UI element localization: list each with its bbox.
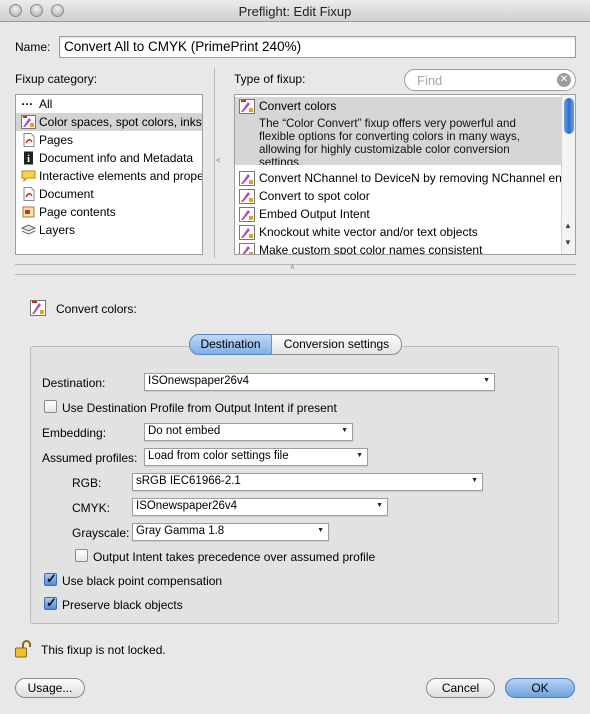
lock-status-text: This fixup is not locked. [41, 643, 166, 657]
use-dest-profile-checkbox[interactable] [44, 400, 57, 413]
chevron-down-icon: ▼ [471, 477, 478, 484]
svg-text:i: i [27, 154, 30, 165]
column-splitter[interactable] [214, 68, 215, 258]
fixup-item-spot-names[interactable]: Make custom spot color names consistent [235, 241, 561, 254]
category-item-document[interactable]: Document [16, 185, 202, 203]
type-of-fixup-label: Type of fixup: [234, 72, 306, 86]
scroll-up-icon[interactable]: ▲ [564, 221, 572, 230]
type-list-scrollbar[interactable]: ▲ ▼ [561, 95, 575, 254]
preserve-black-checkbox[interactable]: ✓ [44, 595, 57, 610]
fixup-item-knockout-white[interactable]: Knockout white vector and/or text object… [235, 223, 561, 241]
name-input[interactable]: Convert All to CMYK (PrimePrint 240%) [59, 36, 576, 58]
color-tool-icon [30, 300, 46, 316]
color-tool-icon [239, 243, 255, 254]
fixup-description: The “Color Convert” fixup offers very po… [259, 117, 520, 165]
cancel-button[interactable]: Cancel [426, 678, 495, 698]
color-tool-icon [239, 225, 255, 240]
output-intent-checkbox[interactable] [75, 549, 88, 562]
ellipsis-icon: … [21, 95, 33, 108]
fixup-item-convert-to-spot[interactable]: Convert to spot color [235, 187, 561, 205]
category-item-all[interactable]: … All [16, 95, 202, 113]
grayscale-profile-select[interactable]: Gray Gamma 1.8 ▼ [132, 523, 329, 541]
tab-destination[interactable]: Destination [189, 334, 272, 355]
chevron-down-icon: ▼ [341, 427, 348, 434]
chevron-down-icon: ▼ [483, 377, 490, 384]
black-point-label: Use black point compensation [62, 574, 223, 588]
assumed-profiles-label: Assumed profiles: [42, 451, 138, 465]
color-tool-icon [239, 99, 255, 114]
type-of-fixup-list[interactable]: Convert colors The “Color Convert” fixup… [234, 94, 576, 255]
chevron-down-icon: ▼ [376, 502, 383, 509]
find-search-field[interactable]: Find ✕ [404, 69, 576, 91]
category-item-pages[interactable]: Pages [16, 131, 202, 149]
checkmark-icon: ✓ [46, 595, 57, 610]
fixup-item-convert-nchannel[interactable]: Convert NChannel to DeviceN by removing … [235, 169, 561, 187]
grayscale-label: Grayscale: [72, 526, 130, 540]
rgb-label: RGB: [72, 476, 102, 490]
category-item-document-info[interactable]: i Document info and Metadata [16, 149, 202, 167]
color-tool-icon [239, 207, 255, 222]
layers-icon [21, 224, 36, 235]
splitter-handle-icon[interactable]: ˂ [216, 156, 221, 165]
window-title: Preflight: Edit Fixup [238, 4, 352, 19]
embedding-select[interactable]: Do not embed ▼ [144, 423, 353, 441]
color-tool-icon [239, 189, 255, 204]
ok-button[interactable]: OK [505, 678, 575, 698]
section-title: Convert colors: [56, 302, 137, 316]
destination-label: Destination: [42, 376, 106, 390]
fixup-category-list[interactable]: … All Color spaces, spot colors, inks Pa… [15, 94, 203, 255]
category-item-color-spaces[interactable]: Color spaces, spot colors, inks [16, 113, 202, 131]
chevron-down-icon: ▼ [356, 452, 363, 459]
color-tool-icon [21, 115, 36, 129]
scroll-down-icon[interactable]: ▼ [564, 238, 572, 247]
category-item-layers[interactable]: Layers [16, 221, 202, 239]
category-item-interactive[interactable]: Interactive elements and properties [16, 167, 202, 185]
cmyk-label: CMYK: [72, 501, 111, 515]
chevron-down-icon: ▼ [317, 527, 324, 534]
split-handle-icon[interactable]: ˄ [290, 263, 295, 272]
bottom-separator [15, 274, 576, 275]
usage-button[interactable]: Usage... [15, 678, 85, 698]
color-tool-icon [239, 171, 255, 186]
embedding-label: Embedding: [42, 426, 107, 440]
page-contents-icon [22, 206, 35, 218]
category-item-page-contents[interactable]: Page contents [16, 203, 202, 221]
comment-icon [21, 170, 36, 183]
info-icon: i [24, 151, 33, 165]
fixup-category-label: Fixup category: [15, 72, 98, 86]
pdf-page-icon [23, 133, 35, 147]
fixup-item-embed-output-intent[interactable]: Embed Output Intent [235, 205, 561, 223]
scrollbar-thumb[interactable] [564, 98, 574, 134]
name-label: Name: [15, 40, 51, 54]
top-separator [15, 264, 576, 265]
fixup-item-convert-colors[interactable]: Convert colors The “Color Convert” fixup… [235, 97, 561, 165]
title-bar: Preflight: Edit Fixup [0, 0, 590, 22]
checkmark-icon: ✓ [46, 571, 57, 586]
use-dest-profile-label: Use Destination Profile from Output Inte… [62, 401, 337, 415]
output-intent-label: Output Intent takes precedence over assu… [93, 550, 376, 564]
clear-search-icon[interactable]: ✕ [557, 73, 571, 87]
destination-select[interactable]: ISOnewspaper26v4 ▼ [144, 373, 495, 391]
unlock-icon [15, 640, 31, 658]
tab-conversion-settings[interactable]: Conversion settings [271, 334, 402, 355]
preserve-black-label: Preserve black objects [62, 598, 183, 612]
black-point-checkbox[interactable]: ✓ [44, 571, 57, 586]
search-placeholder: Find [417, 73, 443, 88]
assumed-profiles-select[interactable]: Load from color settings file ▼ [144, 448, 368, 466]
rgb-profile-select[interactable]: sRGB IEC61966-2.1 ▼ [132, 473, 483, 491]
cmyk-profile-select[interactable]: ISOnewspaper26v4 ▼ [132, 498, 388, 516]
pdf-document-icon [23, 187, 35, 201]
